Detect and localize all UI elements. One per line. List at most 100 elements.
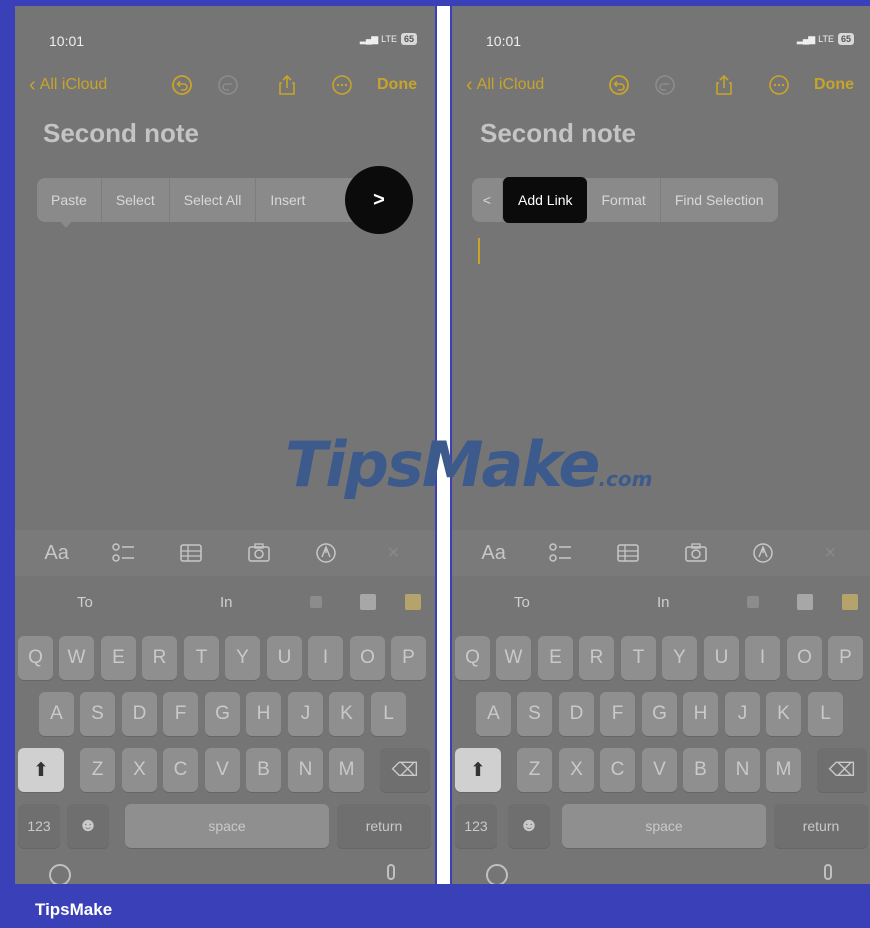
emoji-suggestion-icon[interactable]: [747, 596, 759, 608]
menu-select[interactable]: Select: [102, 178, 170, 222]
key-a[interactable]: A: [39, 692, 74, 736]
key-y[interactable]: Y: [225, 636, 260, 680]
key-j[interactable]: J: [725, 692, 760, 736]
camera-icon[interactable]: [242, 538, 276, 568]
key-e[interactable]: E: [101, 636, 136, 680]
return-key[interactable]: return: [774, 804, 868, 848]
share-icon[interactable]: [276, 74, 298, 96]
camera-icon[interactable]: [679, 538, 713, 568]
key-p[interactable]: P: [391, 636, 426, 680]
key-d[interactable]: D: [122, 692, 157, 736]
key-e[interactable]: E: [538, 636, 573, 680]
markup-pen-icon[interactable]: [309, 538, 343, 568]
key-b[interactable]: B: [683, 748, 718, 792]
key-x[interactable]: X: [122, 748, 157, 792]
key-n[interactable]: N: [288, 748, 323, 792]
emoji-key[interactable]: ☻: [508, 804, 550, 848]
key-u[interactable]: U: [704, 636, 739, 680]
key-d[interactable]: D: [559, 692, 594, 736]
numbers-key[interactable]: 123: [455, 804, 497, 848]
done-button[interactable]: Done: [377, 76, 417, 94]
key-k[interactable]: K: [766, 692, 801, 736]
emoji-suggestion-icon[interactable]: [360, 594, 376, 610]
delete-key[interactable]: ⌫: [380, 748, 430, 792]
emoji-suggestion-icon[interactable]: [842, 594, 858, 610]
checklist-icon[interactable]: [107, 538, 141, 568]
key-o[interactable]: O: [787, 636, 822, 680]
key-i[interactable]: I: [745, 636, 780, 680]
undo-icon[interactable]: [608, 74, 630, 96]
menu-find-selection[interactable]: Find Selection: [661, 178, 778, 222]
key-w[interactable]: W: [496, 636, 531, 680]
key-f[interactable]: F: [600, 692, 635, 736]
shift-key[interactable]: ⬆: [455, 748, 501, 792]
suggestion-in[interactable]: In: [220, 594, 233, 611]
globe-icon[interactable]: [486, 864, 508, 884]
back-button[interactable]: ‹ All iCloud: [29, 75, 107, 95]
share-icon[interactable]: [713, 74, 735, 96]
key-m[interactable]: M: [329, 748, 364, 792]
close-icon[interactable]: ×: [376, 538, 410, 568]
menu-add-link[interactable]: Add Link: [503, 177, 588, 223]
key-n[interactable]: N: [725, 748, 760, 792]
suggestion-in[interactable]: In: [657, 594, 670, 611]
markup-pen-icon[interactable]: [746, 538, 780, 568]
key-x[interactable]: X: [559, 748, 594, 792]
menu-format[interactable]: Format: [587, 178, 661, 222]
key-m[interactable]: M: [766, 748, 801, 792]
menu-select-all[interactable]: Select All: [170, 178, 257, 222]
key-s[interactable]: S: [517, 692, 552, 736]
more-menu-button[interactable]: >: [345, 166, 413, 234]
back-button[interactable]: ‹ All iCloud: [466, 75, 544, 95]
close-icon[interactable]: ×: [813, 538, 847, 568]
emoji-key[interactable]: ☻: [67, 804, 109, 848]
key-t[interactable]: T: [184, 636, 219, 680]
microphone-icon[interactable]: [824, 864, 832, 880]
done-button[interactable]: Done: [814, 76, 854, 94]
key-w[interactable]: W: [59, 636, 94, 680]
emoji-suggestion-icon[interactable]: [405, 594, 421, 610]
key-k[interactable]: K: [329, 692, 364, 736]
key-v[interactable]: V: [642, 748, 677, 792]
table-icon[interactable]: [174, 538, 208, 568]
key-o[interactable]: O: [350, 636, 385, 680]
key-l[interactable]: L: [371, 692, 406, 736]
key-b[interactable]: B: [246, 748, 281, 792]
key-z[interactable]: Z: [517, 748, 552, 792]
undo-icon[interactable]: [171, 74, 193, 96]
key-a[interactable]: A: [476, 692, 511, 736]
delete-key[interactable]: ⌫: [817, 748, 867, 792]
redo-icon[interactable]: [217, 74, 239, 96]
emoji-suggestion-icon[interactable]: [797, 594, 813, 610]
microphone-icon[interactable]: [387, 864, 395, 880]
suggestion-to[interactable]: To: [77, 594, 93, 611]
key-c[interactable]: C: [163, 748, 198, 792]
key-u[interactable]: U: [267, 636, 302, 680]
menu-back-button[interactable]: <: [472, 178, 503, 222]
key-q[interactable]: Q: [455, 636, 490, 680]
key-q[interactable]: Q: [18, 636, 53, 680]
numbers-key[interactable]: 123: [18, 804, 60, 848]
checklist-icon[interactable]: [544, 538, 578, 568]
more-options-icon[interactable]: [331, 74, 353, 96]
key-p[interactable]: P: [828, 636, 863, 680]
more-options-icon[interactable]: [768, 74, 790, 96]
key-f[interactable]: F: [163, 692, 198, 736]
key-c[interactable]: C: [600, 748, 635, 792]
space-key[interactable]: space: [125, 804, 329, 848]
key-t[interactable]: T: [621, 636, 656, 680]
key-l[interactable]: L: [808, 692, 843, 736]
return-key[interactable]: return: [337, 804, 431, 848]
key-h[interactable]: H: [246, 692, 281, 736]
key-r[interactable]: R: [579, 636, 614, 680]
globe-icon[interactable]: [49, 864, 71, 884]
key-y[interactable]: Y: [662, 636, 697, 680]
menu-insert[interactable]: Insert: [256, 178, 319, 222]
key-v[interactable]: V: [205, 748, 240, 792]
text-style-button[interactable]: Aa: [477, 538, 511, 568]
key-z[interactable]: Z: [80, 748, 115, 792]
redo-icon[interactable]: [654, 74, 676, 96]
shift-key[interactable]: ⬆: [18, 748, 64, 792]
key-g[interactable]: G: [205, 692, 240, 736]
key-i[interactable]: I: [308, 636, 343, 680]
